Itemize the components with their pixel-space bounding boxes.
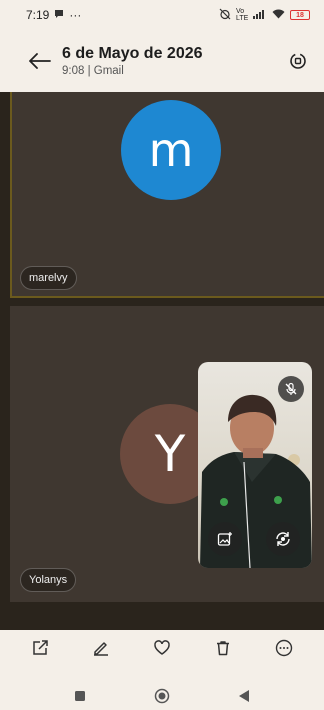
battery-icon: 18 bbox=[290, 10, 310, 20]
app-header: 6 de Mayo de 2026 9:08 | Gmail bbox=[0, 30, 324, 92]
image-effects-icon bbox=[217, 532, 232, 546]
battery-level: 18 bbox=[296, 11, 304, 19]
title-block: 6 de Mayo de 2026 9:08 | Gmail bbox=[62, 45, 280, 77]
self-mic-muted-indicator bbox=[278, 376, 304, 402]
mic-off-icon bbox=[285, 382, 297, 395]
signal-icon bbox=[253, 9, 267, 22]
trash-icon bbox=[216, 641, 229, 656]
alarm-off-icon bbox=[219, 8, 231, 23]
home-icon bbox=[154, 688, 170, 704]
recents-button[interactable] bbox=[68, 684, 92, 708]
participant-tile-top: m marelvy bbox=[10, 92, 324, 298]
recents-icon bbox=[75, 691, 85, 701]
participant-name: marelvy bbox=[29, 272, 68, 284]
more-icon bbox=[275, 639, 292, 657]
system-back-button[interactable] bbox=[232, 684, 256, 708]
delete-button[interactable] bbox=[207, 632, 239, 664]
more-options-button[interactable] bbox=[268, 632, 300, 664]
heart-icon bbox=[154, 640, 170, 655]
back-button[interactable] bbox=[20, 41, 60, 81]
share-button[interactable] bbox=[24, 632, 56, 664]
share-icon bbox=[33, 640, 49, 655]
rotate-button[interactable] bbox=[280, 43, 316, 79]
status-right: Vo LTE 18 bbox=[219, 8, 310, 23]
effects-button[interactable] bbox=[208, 522, 242, 556]
page-subtitle: 9:08 | Gmail bbox=[62, 65, 124, 77]
avatar: m bbox=[121, 100, 221, 200]
participant-name-chip: Yolanys bbox=[20, 568, 77, 592]
switch-camera-button[interactable] bbox=[266, 522, 300, 556]
switch-camera-icon bbox=[276, 532, 290, 546]
rotate-icon bbox=[290, 53, 306, 69]
participant-name-chip: marelvy bbox=[20, 266, 77, 290]
more-notifications-indicator: ··· bbox=[69, 8, 82, 22]
edit-icon bbox=[94, 642, 109, 656]
avatar-initial-m: m bbox=[148, 123, 194, 177]
volte-label: Vo LTE bbox=[236, 8, 249, 22]
self-view-video bbox=[198, 362, 312, 568]
status-time: 7:19 bbox=[26, 8, 50, 22]
status-bar: 7:19 ··· Vo LTE 18 bbox=[0, 0, 324, 30]
arrow-left-icon bbox=[29, 53, 51, 69]
system-navigation-bar bbox=[0, 682, 324, 710]
avatar-initial-y: Y bbox=[154, 425, 186, 483]
page-title: 6 de Mayo de 2026 bbox=[62, 45, 203, 62]
screenshot-image: m marelvy Y Yolanys bbox=[0, 92, 324, 630]
favorite-button[interactable] bbox=[146, 632, 178, 664]
back-triangle-icon bbox=[239, 690, 249, 702]
chat-notification-icon bbox=[54, 8, 64, 22]
bottom-toolbar bbox=[0, 630, 324, 666]
edit-button[interactable] bbox=[85, 632, 117, 664]
wifi-icon bbox=[272, 9, 285, 22]
status-left: 7:19 ··· bbox=[26, 8, 81, 22]
participant-name: Yolanys bbox=[29, 574, 68, 586]
home-button[interactable] bbox=[150, 684, 174, 708]
